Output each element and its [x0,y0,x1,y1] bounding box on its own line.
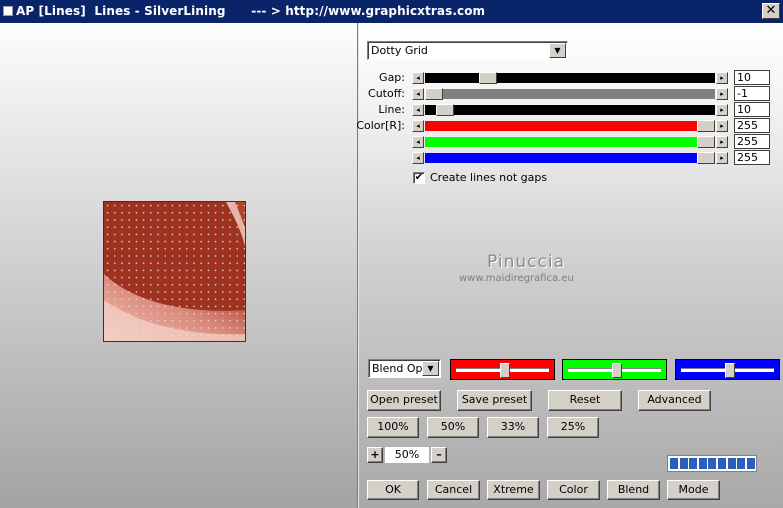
progress-segment [718,458,726,469]
close-button[interactable]: ✕ [762,3,780,19]
progress-segment [679,458,688,469]
cancel-button[interactable]: Cancel [427,480,480,500]
chevron-down-icon[interactable]: ▼ [422,361,439,376]
slider-track[interactable] [425,72,715,84]
slider-thumb[interactable] [479,72,498,84]
slider-value-field[interactable]: 255 [734,150,770,165]
arrow-right-icon[interactable]: ▸ [716,136,728,148]
slider-label: Color[R]: [356,119,405,132]
zoom-33-button[interactable]: 33% [487,417,539,438]
arrow-right-icon[interactable]: ▸ [716,72,728,84]
slider[interactable]: ◂ ▸ [412,104,728,116]
slider-track[interactable] [425,136,715,148]
arrow-left-icon[interactable]: ◂ [412,120,424,132]
slider[interactable]: ◂ ▸ [412,72,728,84]
progress-segment [698,458,707,469]
slider-thumb[interactable] [697,152,715,164]
arrow-left-icon[interactable]: ◂ [412,72,424,84]
effect-dropdown[interactable]: Dotty Grid ▼ [367,41,568,60]
zoom-50-button[interactable]: 50% [427,417,479,438]
slider-thumb[interactable] [697,136,715,148]
arrow-right-icon[interactable]: ▸ [716,88,728,100]
watermark-name: Pinuccia [487,252,565,272]
slider-track[interactable] [425,152,715,164]
arrow-left-icon[interactable]: ◂ [412,136,424,148]
create-lines-checkbox[interactable]: ✔ [413,172,425,184]
blend-button[interactable]: Blend [607,480,660,500]
mixer-knob[interactable] [499,363,510,378]
slider-value-field[interactable]: 10 [734,70,770,85]
slider-thumb[interactable] [435,104,454,116]
progress-segment [727,458,736,469]
slider[interactable]: ◂ ▸ [412,152,728,164]
open-preset-button[interactable]: Open preset [367,390,441,411]
slider-label: Cutoff: [368,87,405,100]
slider-value-field[interactable]: 255 [734,134,770,149]
arrow-left-icon[interactable]: ◂ [412,88,424,100]
slider-value-field[interactable]: 255 [734,118,770,133]
progress-segment [670,458,678,469]
progress-segment [737,458,746,469]
preview-image [104,202,245,341]
red-mixer-bar[interactable] [450,359,555,380]
chevron-down-icon[interactable]: ▼ [549,43,566,58]
zoom-level-field[interactable]: 50% [385,447,429,463]
slider-fill [425,73,715,83]
color-button[interactable]: Color [547,480,600,500]
advanced-button[interactable]: Advanced [638,390,711,411]
slider[interactable]: ◂ ▸ [412,88,728,100]
progress-segment [746,458,755,469]
arrow-right-icon[interactable]: ▸ [716,120,728,132]
checkmark-icon: ✔ [414,172,424,183]
slider-thumb[interactable] [425,88,443,100]
slider-thumb[interactable] [697,120,715,132]
slider-fill [425,153,701,163]
window-icon[interactable] [3,6,13,16]
watermark-url: www.maidiregrafica.eu [459,273,574,284]
slider-fill [425,137,701,147]
slider-fill [425,89,715,99]
arrow-right-icon[interactable]: ▸ [716,152,728,164]
slider-label: Gap: [379,71,405,84]
slider-track[interactable] [425,120,715,132]
blend-options-dropdown[interactable]: Blend Optio ▼ [368,359,441,378]
slider-track[interactable] [425,88,715,100]
reset-button[interactable]: Reset [548,390,622,411]
title-bar: AP [Lines] Lines - SilverLining --- > ht… [0,0,783,23]
mixer-knob[interactable] [724,363,735,378]
arrow-right-icon[interactable]: ▸ [716,104,728,116]
zoom-25-button[interactable]: 25% [547,417,599,438]
mixer-knob[interactable] [611,363,622,378]
zoom-out-button[interactable]: – [431,447,447,463]
arrow-left-icon[interactable]: ◂ [412,104,424,116]
slider-value-field[interactable]: 10 [734,102,770,117]
slider[interactable]: ◂ ▸ [412,136,728,148]
xtreme-button[interactable]: Xtreme [487,480,540,500]
arrow-left-icon[interactable]: ◂ [412,152,424,164]
preview-thumbnail[interactable] [103,201,246,342]
save-preset-button[interactable]: Save preset [457,390,532,411]
create-lines-label: Create lines not gaps [430,171,548,184]
slider-value-field[interactable]: -1 [734,86,770,101]
slider-label: Line: [378,103,405,116]
blend-options-value: Blend Optio [372,362,424,375]
green-mixer-bar[interactable] [562,359,667,380]
slider-fill [425,105,715,115]
slider-track[interactable] [425,104,715,116]
mode-button[interactable]: Mode [667,480,720,500]
zoom-in-button[interactable]: + [367,447,383,463]
blue-mixer-bar[interactable] [675,359,780,380]
window-title: AP [Lines] Lines - SilverLining --- > ht… [16,4,486,18]
slider-fill [425,121,701,131]
progress-indicator [667,455,757,472]
ok-button[interactable]: OK [367,480,419,500]
progress-segment [689,458,698,469]
effect-dropdown-value: Dotty Grid [371,44,428,57]
progress-segment [708,458,717,469]
slider[interactable]: ◂ ▸ [412,120,728,132]
zoom-100-button[interactable]: 100% [367,417,419,438]
